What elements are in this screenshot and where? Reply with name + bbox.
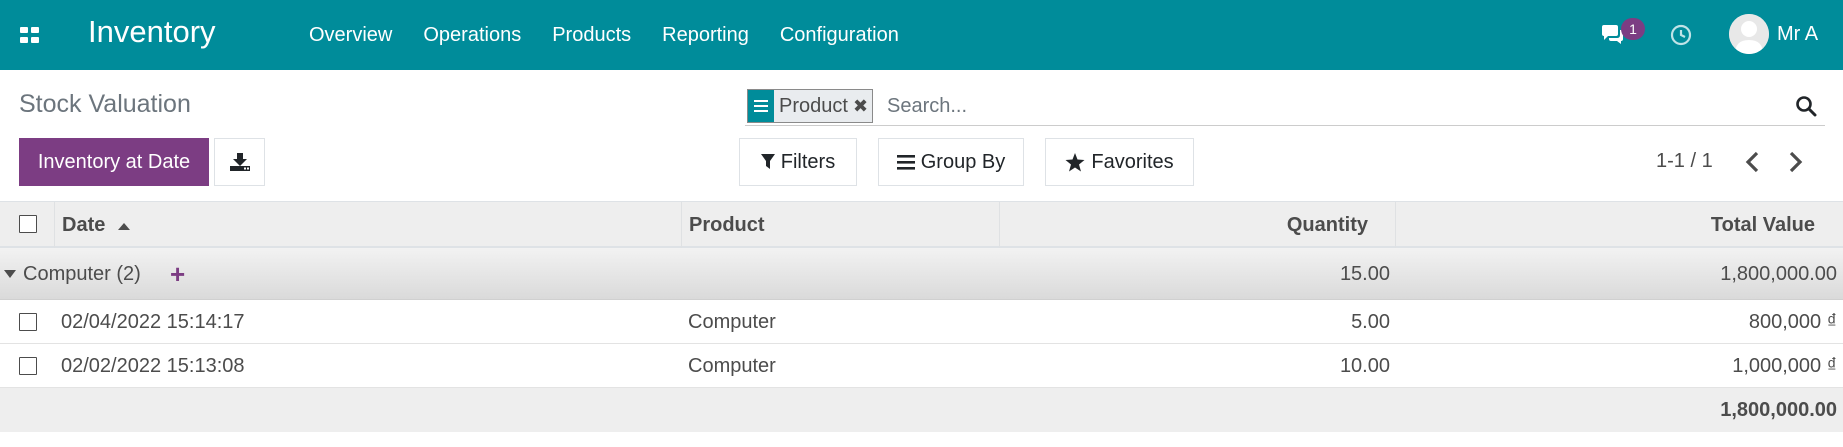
column-label-quantity: Quantity	[1286, 214, 1368, 236]
user-name[interactable]: Mr A	[1777, 23, 1818, 46]
filter-icon	[760, 154, 775, 169]
favorites-button[interactable]: Favorites	[1045, 138, 1194, 186]
chevron-left-icon[interactable]	[1742, 150, 1764, 174]
column-label-date: Date	[62, 214, 106, 236]
search-facet: Product ✖	[747, 89, 874, 123]
group-quantity: 15.00	[1339, 263, 1390, 285]
list-icon	[896, 155, 915, 170]
apps-menu-icon[interactable]	[20, 27, 40, 43]
row-total-value: 800,000 ₫	[1748, 311, 1837, 333]
download-icon	[229, 153, 250, 171]
group-by-label: Group By	[920, 150, 1006, 173]
filters-label: Filters	[780, 150, 836, 173]
column-header-total-value[interactable]: Total Value	[1396, 202, 1843, 248]
row-product: Computer	[688, 311, 776, 333]
table-header: Date Product Quantity Total Value	[0, 202, 1843, 248]
top-navbar: Inventory Overview Operations Products R…	[0, 0, 1843, 70]
group-total-value: 1,800,000.00	[1720, 263, 1837, 285]
inventory-at-date-button[interactable]: Inventory at Date	[19, 138, 209, 186]
pager-value[interactable]: 1-1 / 1	[1656, 150, 1713, 173]
main-menu: Overview Operations Products Reporting C…	[309, 0, 930, 70]
group-by-button[interactable]: Group By	[878, 138, 1024, 186]
add-line-icon[interactable]: +	[170, 248, 185, 300]
chevron-right-icon[interactable]	[1784, 150, 1806, 174]
column-header-product[interactable]: Product	[682, 202, 1000, 248]
search-input[interactable]	[887, 91, 1587, 121]
column-label-total-value: Total Value	[1710, 214, 1815, 236]
user-avatar[interactable]	[1729, 14, 1769, 54]
group-by-icon	[748, 90, 774, 122]
row-date: 02/02/2022 15:13:08	[61, 355, 245, 377]
row-total-value: 1,000,000 ₫	[1732, 355, 1837, 377]
group-label: Computer (2)	[23, 263, 141, 285]
menu-item-reporting[interactable]: Reporting	[662, 24, 749, 47]
footer-total-value: 1,800,000.00	[1720, 399, 1837, 421]
caret-down-icon	[4, 270, 16, 278]
group-row-computer[interactable]: Computer (2) + 15.00 1,800,000.00	[0, 248, 1843, 300]
control-panel: Stock Valuation Product ✖ Inventory at D…	[0, 70, 1843, 202]
page-title: Stock Valuation	[19, 90, 191, 118]
row-quantity: 5.00	[1351, 311, 1390, 333]
activity-clock-icon[interactable]	[1670, 24, 1692, 46]
favorites-label: Favorites	[1091, 150, 1174, 173]
row-checkbox[interactable]	[19, 313, 37, 331]
select-all-cell	[0, 202, 55, 248]
select-all-checkbox[interactable]	[19, 215, 37, 233]
message-count-badge: 1	[1621, 18, 1645, 40]
column-header-quantity[interactable]: Quantity	[1000, 202, 1396, 248]
menu-item-overview[interactable]: Overview	[309, 24, 392, 47]
menu-item-operations[interactable]: Operations	[423, 24, 521, 47]
row-checkbox[interactable]	[19, 357, 37, 375]
table-footer: 1,800,000.00	[0, 388, 1843, 432]
sort-ascending-icon	[117, 223, 130, 230]
search-icon[interactable]	[1795, 95, 1817, 117]
filters-button[interactable]: Filters	[739, 138, 857, 186]
table-row[interactable]: 02/02/2022 15:13:08 Computer 10.00 1,000…	[0, 344, 1843, 388]
menu-item-products[interactable]: Products	[552, 24, 631, 47]
star-icon	[1065, 152, 1085, 171]
search-bar: Product ✖	[745, 86, 1825, 126]
column-header-date[interactable]: Date	[55, 202, 682, 248]
download-button[interactable]	[214, 138, 265, 186]
remove-facet-icon[interactable]: ✖	[853, 90, 872, 122]
row-product: Computer	[688, 355, 776, 377]
column-label-product: Product	[689, 214, 765, 236]
menu-item-configuration[interactable]: Configuration	[780, 24, 899, 47]
table-row[interactable]: 02/04/2022 15:14:17 Computer 5.00 800,00…	[0, 300, 1843, 344]
facet-label: Product	[779, 95, 848, 117]
app-name[interactable]: Inventory	[88, 14, 216, 50]
row-quantity: 10.00	[1339, 355, 1390, 377]
row-date: 02/04/2022 15:14:17	[61, 311, 245, 333]
